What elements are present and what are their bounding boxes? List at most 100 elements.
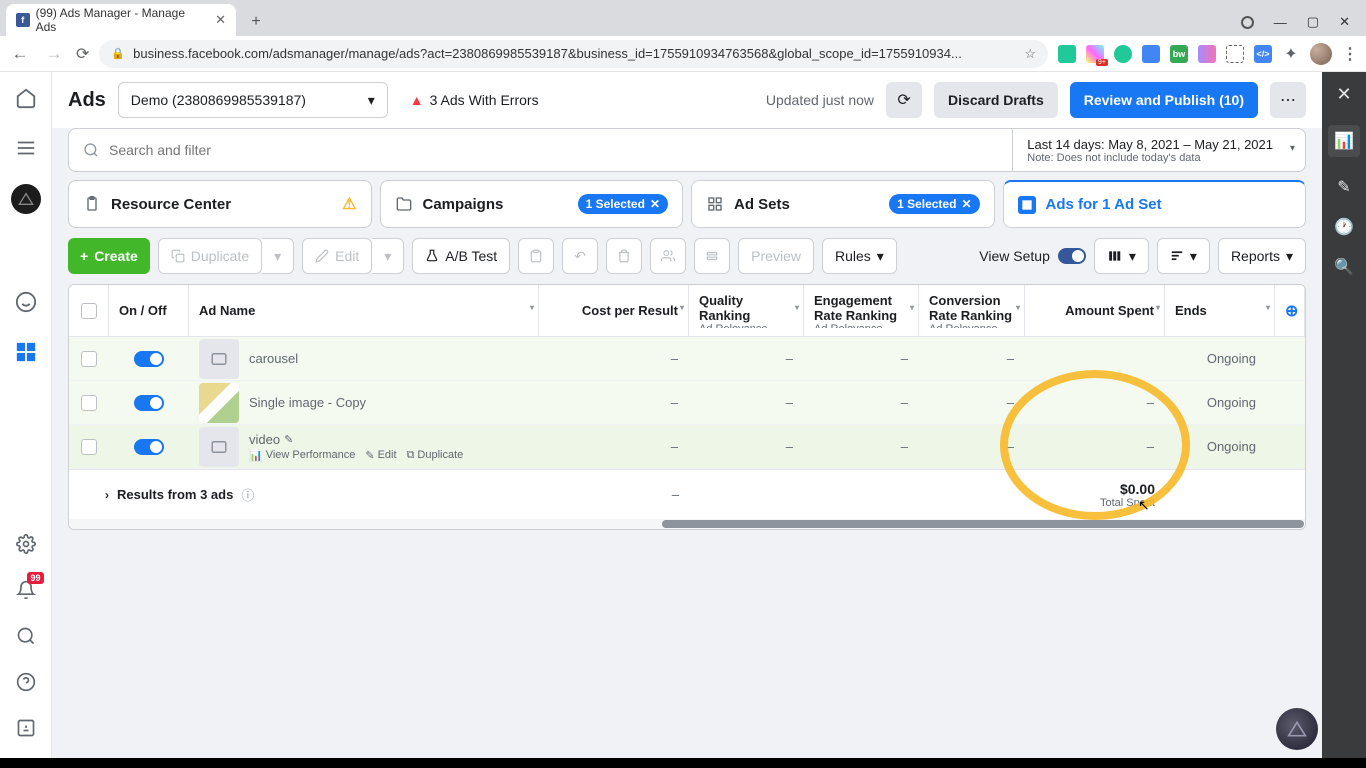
row-toggle[interactable]: [109, 395, 189, 411]
right-drawer: ✕ 📊 ✎ 🕐 🔍: [1322, 72, 1366, 758]
url-bar[interactable]: 🔒 business.facebook.com/adsmanager/manag…: [99, 40, 1048, 68]
row-toggle[interactable]: [109, 351, 189, 367]
horizontal-scrollbar[interactable]: [69, 519, 1305, 529]
close-drawer-icon[interactable]: ✕: [1336, 84, 1351, 105]
date-range-picker[interactable]: Last 14 days: May 8, 2021 – May 21, 2021…: [1012, 128, 1306, 172]
settings-icon[interactable]: [12, 530, 40, 558]
selection-pill[interactable]: 1 Selected✕: [889, 194, 979, 214]
account-indicator-icon[interactable]: [1241, 16, 1254, 29]
more-options-button[interactable]: ⋯: [1270, 82, 1306, 118]
row-checkbox[interactable]: [69, 351, 109, 367]
browser-menu-icon[interactable]: ⋮: [1342, 44, 1358, 64]
menu-icon[interactable]: [12, 134, 40, 162]
back-icon[interactable]: ←: [8, 44, 32, 64]
help-icon[interactable]: [12, 668, 40, 696]
create-button[interactable]: +Create: [68, 238, 150, 274]
close-tab-icon[interactable]: ✕: [215, 12, 226, 28]
table-row[interactable]: carousel – – – – Ongoing: [69, 337, 1305, 381]
select-all-column[interactable]: [69, 285, 109, 336]
browser-tab[interactable]: f (99) Ads Manager - Manage Ads ✕: [6, 4, 236, 36]
reports-button[interactable]: Reports ▾: [1218, 238, 1306, 274]
extension-icon[interactable]: [1114, 45, 1132, 63]
edit-button[interactable]: Edit: [302, 238, 372, 274]
errors-chip[interactable]: ▲ 3 Ads With Errors: [400, 86, 549, 114]
column-ad-name[interactable]: Ad Name▾: [189, 285, 539, 336]
ab-test-button[interactable]: A/B Test: [412, 238, 510, 274]
history-icon[interactable]: 🕐: [1334, 217, 1354, 237]
row-checkbox[interactable]: [69, 395, 109, 411]
tab-ads[interactable]: Ads for 1 Ad Set: [1003, 180, 1307, 228]
search-icon[interactable]: [12, 622, 40, 650]
row-toggle[interactable]: [109, 439, 189, 455]
tab-resource-center[interactable]: Resource Center ⚠: [68, 180, 372, 228]
columns-button[interactable]: ▾: [1094, 238, 1149, 274]
new-tab-button[interactable]: +: [242, 8, 270, 36]
breakdown-button[interactable]: ▾: [1157, 238, 1210, 274]
column-cost-per-result[interactable]: Cost per Result▾: [539, 285, 689, 336]
delete-button[interactable]: [606, 238, 642, 274]
close-window-icon[interactable]: ✕: [1339, 14, 1350, 30]
extensions-menu-icon[interactable]: ✦: [1282, 45, 1300, 63]
duplicate-link[interactable]: ⧉Duplicate: [407, 449, 464, 462]
discard-drafts-button[interactable]: Discard Drafts: [934, 82, 1058, 118]
table-row[interactable]: Single image - Copy – – – – – Ongoing: [69, 381, 1305, 425]
profile-avatar[interactable]: [1310, 43, 1332, 65]
view-performance-link[interactable]: 📊View Performance: [249, 449, 355, 462]
duplicate-split-button[interactable]: ▾: [262, 238, 294, 274]
extension-icon[interactable]: [1058, 45, 1076, 63]
extension-icon[interactable]: [1198, 45, 1216, 63]
tab-adsets[interactable]: Ad Sets 1 Selected✕: [691, 180, 995, 228]
report-problem-icon[interactable]: [12, 714, 40, 742]
charts-icon[interactable]: 📊: [1328, 125, 1360, 157]
column-conversion-ranking[interactable]: Conversion Rate RankingAd Relevance ...▾: [919, 285, 1025, 336]
clipboard-button[interactable]: [518, 238, 554, 274]
column-quality-ranking[interactable]: Quality RankingAd Relevance ...▾: [689, 285, 804, 336]
business-logo[interactable]: [11, 184, 41, 214]
tag-button[interactable]: [694, 238, 730, 274]
undo-button[interactable]: ↶: [562, 238, 598, 274]
duplicate-button[interactable]: Duplicate: [158, 238, 262, 274]
inline-edit-icon[interactable]: ✎: [284, 433, 293, 446]
notifications-icon[interactable]: 99: [12, 576, 40, 604]
column-onoff[interactable]: On / Off: [109, 285, 189, 336]
add-column-button[interactable]: ⊕: [1275, 285, 1305, 336]
ad-name-text: carousel: [249, 351, 298, 366]
extension-icon[interactable]: [1142, 45, 1160, 63]
expand-results-icon[interactable]: ›: [105, 488, 109, 502]
preview-button[interactable]: Preview: [738, 238, 814, 274]
table-row[interactable]: video ✎ 📊View Performance ✎Edit ⧉Duplica…: [69, 425, 1305, 469]
extension-icon[interactable]: [1226, 45, 1244, 63]
search-filter-bar[interactable]: [68, 128, 1012, 172]
minimize-icon[interactable]: —: [1274, 15, 1287, 30]
extension-icon[interactable]: </>: [1254, 45, 1272, 63]
row-checkbox[interactable]: [69, 439, 109, 455]
column-engagement-ranking[interactable]: Engagement Rate RankingAd Relevance ...▾: [804, 285, 919, 336]
edit-drawer-icon[interactable]: ✎: [1337, 177, 1350, 197]
column-amount-spent[interactable]: Amount Spent▾: [1025, 285, 1165, 336]
extension-icon[interactable]: 9+: [1086, 45, 1104, 63]
maximize-icon[interactable]: ▢: [1307, 14, 1319, 30]
view-setup-toggle[interactable]: [1058, 248, 1086, 264]
export-button[interactable]: [650, 238, 686, 274]
reload-icon[interactable]: ⟳: [76, 44, 89, 64]
clear-selection-icon[interactable]: ✕: [650, 197, 660, 211]
account-selector[interactable]: Demo (2380869985539187) ▾: [118, 82, 388, 118]
ads-manager-icon[interactable]: [12, 338, 40, 366]
rules-button[interactable]: Rules ▾: [822, 238, 897, 274]
clear-selection-icon[interactable]: ✕: [961, 197, 971, 211]
forward-icon[interactable]: →: [42, 44, 66, 64]
refresh-button[interactable]: ⟳: [886, 82, 922, 118]
info-icon[interactable]: ⓘ: [241, 485, 254, 504]
review-publish-button[interactable]: Review and Publish (10): [1070, 82, 1258, 118]
tab-campaigns[interactable]: Campaigns 1 Selected✕: [380, 180, 684, 228]
edit-split-button[interactable]: ▾: [372, 238, 404, 274]
home-icon[interactable]: [12, 84, 40, 112]
edit-link[interactable]: ✎Edit: [365, 449, 396, 462]
column-ends[interactable]: Ends▾: [1165, 285, 1275, 336]
activity-icon[interactable]: 🔍: [1334, 257, 1354, 277]
audiences-icon[interactable]: [12, 288, 40, 316]
extension-icon[interactable]: bw: [1170, 45, 1188, 63]
selection-pill[interactable]: 1 Selected✕: [578, 194, 668, 214]
bookmark-star-icon[interactable]: ☆: [1024, 46, 1036, 62]
search-input[interactable]: [109, 142, 998, 158]
